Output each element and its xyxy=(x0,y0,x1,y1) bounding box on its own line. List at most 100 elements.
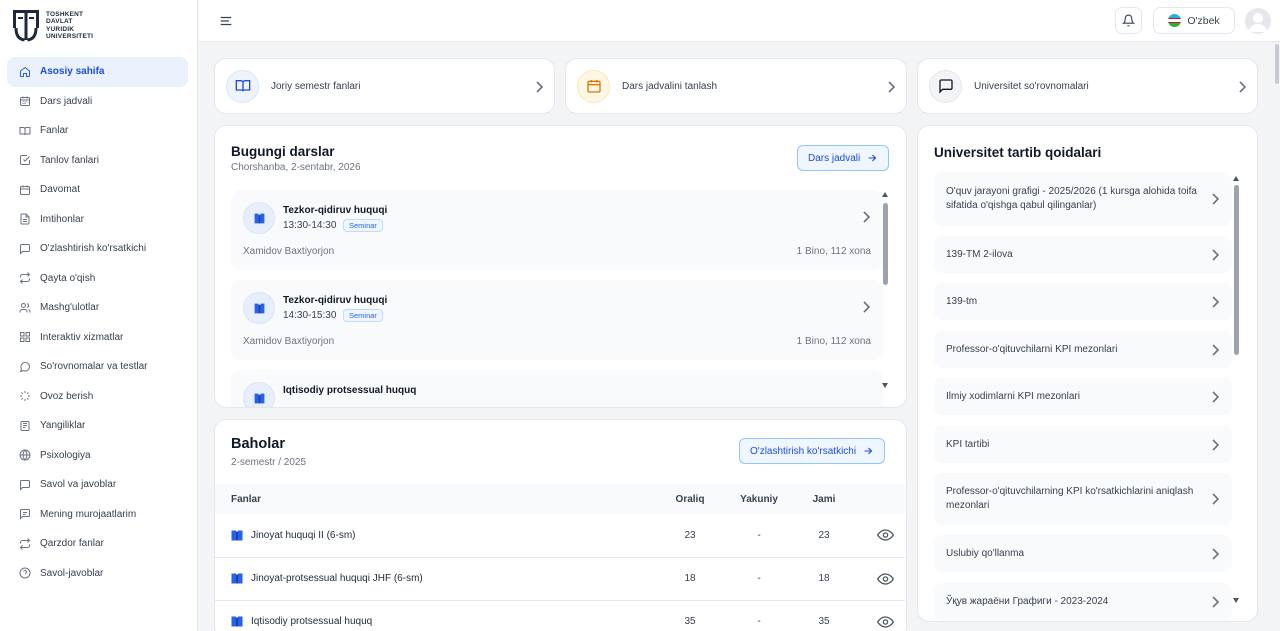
rule-item[interactable]: 139-TM 2-ilova xyxy=(934,236,1232,273)
yakuniy-cell: - xyxy=(735,600,783,631)
sidebar-item-qayta-oqish[interactable]: Qayta o'qish xyxy=(7,264,188,294)
table-header-row: Fanlar Oraliq Yakuniy Jami xyxy=(215,484,905,514)
book-icon xyxy=(243,202,275,234)
user-avatar[interactable] xyxy=(1245,8,1271,34)
sidebar-item-label: Qarzdor fanlar xyxy=(40,538,104,550)
users-icon xyxy=(19,302,31,314)
quick-link-current-subjects[interactable]: Joriy semestr fanlari xyxy=(214,58,555,114)
scroll-thumb[interactable] xyxy=(883,203,888,285)
subject-name: Iqtisodiy protsessual huquq xyxy=(251,616,373,627)
eye-icon[interactable] xyxy=(865,600,905,631)
scroll-down-arrow-icon[interactable] xyxy=(1233,598,1239,603)
rule-item[interactable]: Uslubiy qo'llanma xyxy=(934,535,1232,572)
eye-icon[interactable] xyxy=(865,557,905,601)
notifications-button[interactable] xyxy=(1115,7,1142,34)
rule-item[interactable]: KPI tartibi xyxy=(934,426,1232,463)
sidebar-item-asosiy-sahifa[interactable]: Asosiy sahifa xyxy=(7,57,188,87)
document-icon xyxy=(19,213,31,225)
lesson-card[interactable]: Tezkor-qidiruv huquqi 14:30-15:30 Semina… xyxy=(231,280,883,360)
sidebar-item-label: Savol va javoblar xyxy=(40,479,117,491)
yakuniy-cell: - xyxy=(735,557,783,601)
sidebar-item-mashgulotlar[interactable]: Mashg'ulotlar xyxy=(7,293,188,323)
sidebar-item-label: Davomat xyxy=(40,184,81,196)
sidebar: TOSHKENT DAVLAT YURIDIK UNIVERSITETI Aso… xyxy=(0,0,198,631)
sidebar-item-label: Tanlov fanlari xyxy=(40,154,99,166)
rule-item-label: Professor-o'qituvchilarning KPI ko'rsatk… xyxy=(946,486,1194,511)
sidebar-item-label: Interaktiv xizmatlar xyxy=(40,331,124,343)
arrow-right-icon xyxy=(862,445,874,457)
sidebar-item-label: Asosiy sahifa xyxy=(40,66,105,78)
quick-link-university-surveys[interactable]: Universitet so'rovnomalari xyxy=(917,58,1258,114)
news-icon xyxy=(19,420,31,432)
lesson-card[interactable]: Tezkor-qidiruv huquqi 13:30-14:30 Semina… xyxy=(231,190,883,270)
scroll-up-arrow-icon[interactable] xyxy=(1233,176,1239,181)
chevron-right-icon xyxy=(1210,493,1220,505)
sidebar-item-qarzdor-fanlar[interactable]: Qarzdor fanlar xyxy=(7,529,188,559)
rules-scrollbar[interactable] xyxy=(1233,176,1239,606)
scroll-up-arrow-icon[interactable] xyxy=(882,192,888,197)
grades-table: Fanlar Oraliq Yakuniy Jami Jinoyat huquq… xyxy=(215,484,905,631)
lesson-name: Tezkor-qidiruv huquqi xyxy=(283,205,388,216)
quick-link-schedule-select[interactable]: Dars jadvalini tanlash xyxy=(565,58,907,114)
chevron-right-icon xyxy=(886,81,896,93)
rule-item-label: O'quv jarayoni grafigi - 2025/2026 (1 ku… xyxy=(946,186,1197,211)
rule-item[interactable]: Professor-o'qituvchilarni KPI mezonlari xyxy=(934,331,1232,368)
chevron-right-icon xyxy=(1210,438,1220,451)
sidebar-item-label: Qayta o'qish xyxy=(40,272,96,284)
sidebar-item-ovoz-berish[interactable]: Ovoz berish xyxy=(7,382,188,412)
sidebar-item-interaktiv[interactable]: Interaktiv xizmatlar xyxy=(7,323,188,353)
schedule-button[interactable]: Dars jadvali xyxy=(797,145,890,171)
quick-link-label: Joriy semestr fanlari xyxy=(271,80,361,92)
rule-item[interactable]: 139-tm xyxy=(934,283,1232,320)
bell-icon xyxy=(1122,14,1135,27)
sidebar-item-savol-javoblar[interactable]: Savol-javoblar xyxy=(7,559,188,589)
repeat-icon xyxy=(19,537,31,550)
book-icon xyxy=(231,530,243,541)
performance-button[interactable]: O'zlashtirish ko'rsatkichi xyxy=(739,438,886,464)
logo-line: DAVLAT xyxy=(46,18,73,26)
sidebar-item-psixologiya[interactable]: Psixologiya xyxy=(7,441,188,471)
rules-title: Universitet tartib qoidalari xyxy=(934,145,1102,160)
rule-item[interactable]: Professor-o'qituvchilarning KPI ko'rsatk… xyxy=(934,473,1232,525)
sidebar-item-dars-jadvali[interactable]: Dars jadvali xyxy=(7,87,188,117)
book-icon xyxy=(231,573,243,584)
sidebar-item-sorovnomalar[interactable]: So'rovnomalar va testlar xyxy=(7,352,188,382)
sidebar-item-fanlar[interactable]: Fanlar xyxy=(7,116,188,146)
rule-item-label: Ўқув жараёни Графиги - 2023-2024 xyxy=(946,595,1109,607)
page-scrollbar[interactable] xyxy=(1274,42,1280,631)
sidebar-item-savol-va-javoblar[interactable]: Savol va javoblar xyxy=(7,470,188,500)
chevron-right-icon xyxy=(1210,295,1220,308)
lesson-name: Iqtisodiy protsessual huquq xyxy=(283,385,417,396)
grades-semester: 2-semestr / 2025 xyxy=(231,457,307,468)
subject-cell: Jinoyat-protsessual huquqi JHF (6-sm) xyxy=(215,557,645,601)
grades-title: Baholar xyxy=(231,436,285,452)
rule-item[interactable]: Ilmiy xodimlarni KPI mezonlari xyxy=(934,378,1232,415)
eye-icon[interactable] xyxy=(865,514,905,558)
sidebar-item-murojaatlarim[interactable]: Mening murojaatlarim xyxy=(7,500,188,530)
language-selector[interactable]: O'zbek xyxy=(1153,7,1235,34)
sidebar-item-imtihonlar[interactable]: Imtihonlar xyxy=(7,205,188,235)
sidebar-item-ozlashtirish[interactable]: O'zlashtirish ko'rsatkichi xyxy=(7,234,188,264)
lessons-scrollbar[interactable] xyxy=(882,192,888,392)
chevron-right-icon xyxy=(1210,248,1220,261)
page-scroll-thumb[interactable] xyxy=(1275,44,1279,84)
menu-toggle-icon[interactable] xyxy=(219,14,233,28)
open-book-icon xyxy=(226,69,259,103)
scroll-down-arrow-icon[interactable] xyxy=(882,383,888,388)
schedule-button-label: Dars jadvali xyxy=(808,152,861,164)
rule-item[interactable]: Ўқув жараёни Графиги - 2023-2024 xyxy=(934,583,1232,620)
lesson-card[interactable]: Iqtisodiy protsessual huquq xyxy=(231,370,883,407)
chevron-right-icon xyxy=(1210,547,1220,560)
arrow-right-icon xyxy=(866,152,878,164)
sidebar-item-davomat[interactable]: Davomat xyxy=(7,175,188,205)
calendar-icon xyxy=(19,95,31,107)
rule-item[interactable]: O'quv jarayoni grafigi - 2025/2026 (1 ku… xyxy=(934,172,1232,226)
sidebar-item-yangiliklar[interactable]: Yangiliklar xyxy=(7,411,188,441)
chevron-right-icon xyxy=(861,211,871,223)
scroll-thumb[interactable] xyxy=(1234,185,1239,355)
sidebar-item-label: Psixologiya xyxy=(40,449,91,461)
book-icon xyxy=(231,616,243,627)
university-logo[interactable]: TOSHKENT DAVLAT YURIDIK UNIVERSITETI xyxy=(12,9,93,42)
sidebar-item-tanlov-fanlari[interactable]: Tanlov fanlari xyxy=(7,146,188,176)
chevron-right-icon xyxy=(534,81,544,93)
